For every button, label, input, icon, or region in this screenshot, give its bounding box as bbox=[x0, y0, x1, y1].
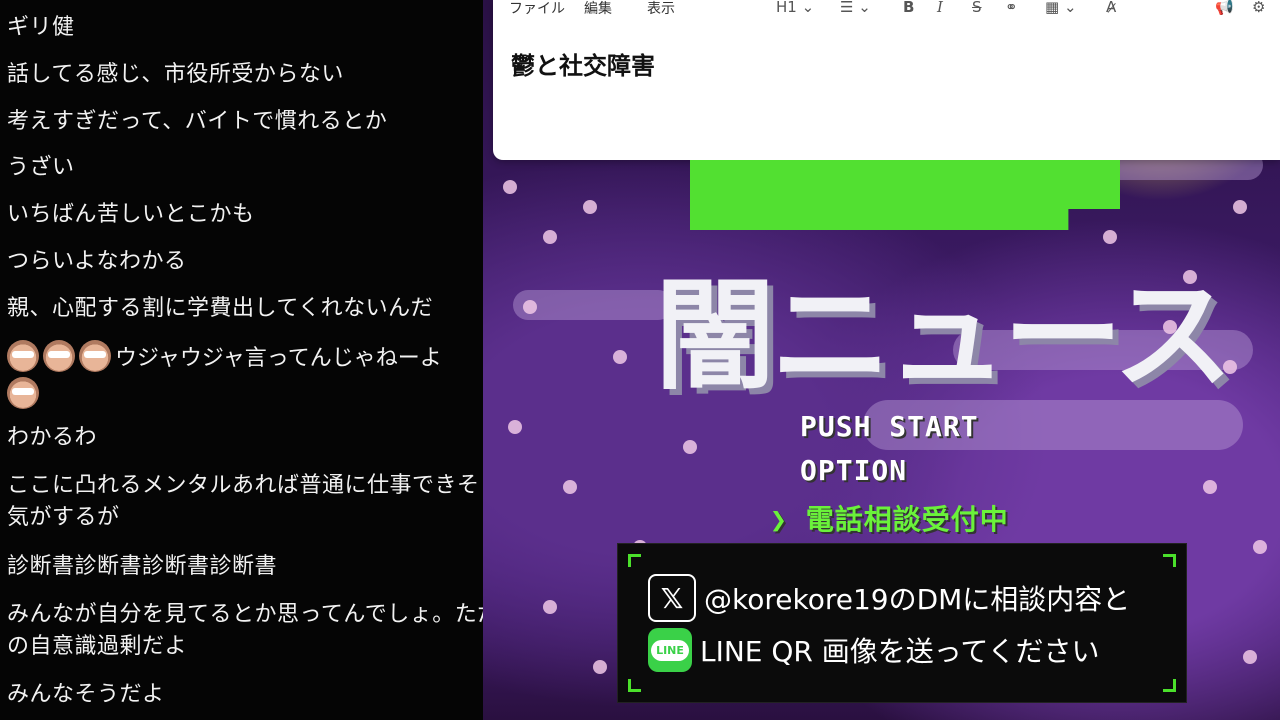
clear-format-icon[interactable]: A̷ bbox=[1106, 0, 1116, 16]
logo-subtitle: 闇ニュース bbox=[655, 267, 1233, 406]
chat-panel: ギリ健 話してる感じ、市役所受からない 考えすぎだって、バイトで慣れるとか うざ… bbox=[0, 0, 483, 720]
italic-icon[interactable]: I bbox=[937, 0, 943, 16]
strikethrough-icon[interactable]: S bbox=[972, 0, 982, 16]
face-emote-icon bbox=[7, 340, 39, 372]
chat-message: みんなそうだよ bbox=[7, 682, 165, 707]
heading-label: H1 bbox=[776, 0, 797, 16]
chat-message: うざい bbox=[7, 155, 75, 180]
face-emote-icon bbox=[79, 340, 111, 372]
chat-message: 診断書診断書診断書診断書 bbox=[7, 554, 278, 579]
menu-view[interactable]: 表示 bbox=[647, 0, 675, 18]
info-line-line: LINE LINE QR 画像を送ってください bbox=[648, 628, 1100, 672]
list-dropdown-icon[interactable]: ☰ ⌄ bbox=[840, 0, 871, 16]
menu-edit[interactable]: 編集 bbox=[584, 0, 612, 18]
line-app-icon: LINE bbox=[648, 628, 692, 672]
info-text-dm: @korekore19のDMに相談内容と bbox=[704, 583, 1131, 616]
chat-message: ギリ健 bbox=[7, 15, 75, 40]
kick-logo bbox=[690, 160, 1120, 230]
face-emote-icon bbox=[43, 340, 75, 372]
chat-message-emotes: ウジャウジャ言ってんじゃねーよ bbox=[7, 340, 442, 372]
x-logo-icon: 𝕏 bbox=[648, 574, 696, 622]
megaphone-icon[interactable]: 📢 bbox=[1215, 0, 1234, 16]
chat-message: みんなが自分を見てるとか思ってんでしょ。ただの自意識過剰だよ bbox=[7, 602, 483, 659]
chat-message: ここに凸れるメンタルあれば普通に仕事できそうな気がするが bbox=[7, 473, 483, 530]
chat-message: 考えすぎだって、バイトで慣れるとか bbox=[7, 109, 388, 134]
menu-phone-consult-label: 電話相談受付中 bbox=[805, 503, 1009, 536]
chat-message: わかるわ bbox=[7, 425, 98, 450]
link-icon[interactable]: ⚭ bbox=[1005, 0, 1018, 16]
line-icon-text: LINE bbox=[651, 639, 689, 661]
menu-arrow-icon: ❯ bbox=[770, 503, 788, 536]
menu-option: OPTION bbox=[800, 454, 908, 487]
heading-dropdown[interactable]: H1 ⌄ bbox=[776, 0, 814, 16]
text-editor-window: ファイル 編集 表示 H1 ⌄ ☰ ⌄ B I S ⚭ ▦ ⌄ A̷ 📢 ⚙ 鬱… bbox=[493, 0, 1280, 160]
chat-message-emotes bbox=[7, 377, 43, 409]
bold-icon[interactable]: B bbox=[903, 0, 914, 16]
chat-message: 親、心配する割に学費出してくれないんだ bbox=[7, 296, 434, 321]
chat-message: つらいよなわかる bbox=[7, 249, 187, 274]
gear-icon[interactable]: ⚙ bbox=[1252, 0, 1265, 16]
chat-message: 話してる感じ、市役所受からない bbox=[7, 62, 344, 87]
info-box: 𝕏 @korekore19のDMに相談内容と LINE LINE QR 画像を送… bbox=[617, 543, 1187, 703]
info-text-line: LINE QR 画像を送ってください bbox=[700, 635, 1100, 668]
chat-message: ウジャウジャ言ってんじゃねーよ bbox=[115, 346, 442, 371]
document-title[interactable]: 鬱と社交障害 bbox=[511, 46, 655, 81]
face-emote-icon bbox=[7, 377, 39, 409]
chat-message: いちばん苦しいとこかも bbox=[7, 202, 255, 227]
table-dropdown-icon[interactable]: ▦ ⌄ bbox=[1045, 0, 1077, 16]
info-line-dm: 𝕏 @korekore19のDMに相談内容と bbox=[648, 574, 1130, 622]
menu-file[interactable]: ファイル bbox=[509, 0, 565, 18]
menu-push-start: PUSH START bbox=[800, 410, 979, 443]
menu-phone-consult: ❯ 電話相談受付中 bbox=[770, 498, 1009, 538]
